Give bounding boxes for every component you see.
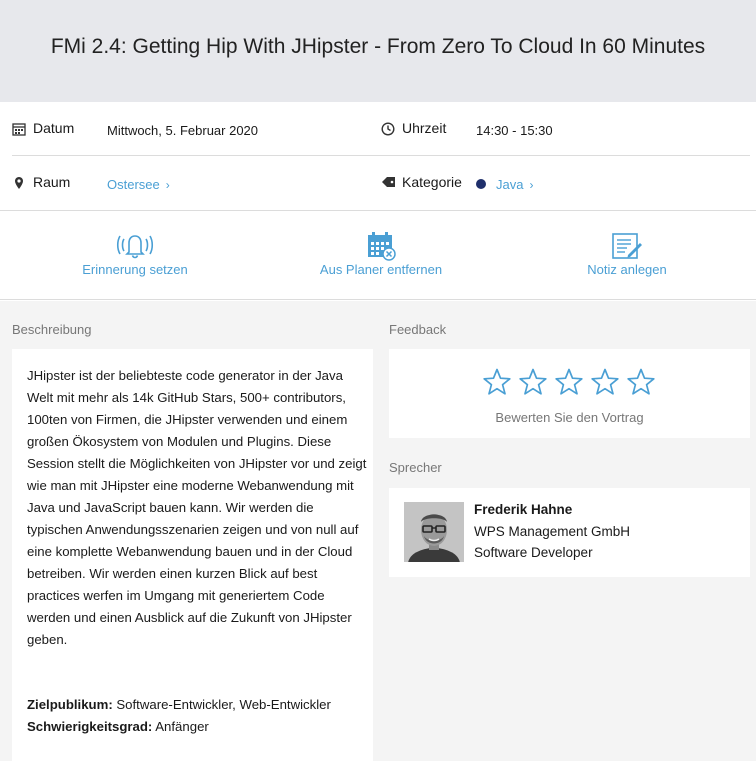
- add-note-label: Notiz anlegen: [587, 262, 667, 277]
- calendar-remove-icon: [366, 231, 396, 266]
- room-label: Raum: [33, 174, 71, 190]
- calendar-icon: [12, 122, 26, 136]
- feedback-heading: Feedback: [389, 322, 447, 337]
- audience-line: Zielpublikum: Software-Entwickler, Web-E…: [27, 694, 367, 716]
- description-card: JHipster ist der beliebteste code genera…: [12, 349, 373, 761]
- time-value: 14:30 - 15:30: [476, 123, 553, 138]
- rating-label: Bewerten Sie den Vortrag: [495, 410, 644, 425]
- star-1-icon[interactable]: [482, 367, 512, 397]
- speaker-name: Frederik Hahne: [474, 502, 573, 517]
- star-4-icon[interactable]: [590, 367, 620, 397]
- speaker-company: WPS Management GmbH: [474, 524, 631, 539]
- tag-icon: [381, 175, 397, 189]
- category-color-dot: [476, 179, 486, 189]
- description-heading: Beschreibung: [12, 322, 92, 337]
- category-label: Kategorie: [402, 174, 462, 190]
- set-reminder-button[interactable]: Erinnerung setzen: [45, 211, 225, 300]
- date-value: Mittwoch, 5. Februar 2020: [107, 123, 259, 138]
- set-reminder-label: Erinnerung setzen: [82, 262, 188, 277]
- bell-ringing-icon: [115, 231, 155, 264]
- time-label: Uhrzeit: [402, 120, 447, 136]
- map-pin-icon: [12, 176, 26, 190]
- category-link[interactable]: Java ›: [496, 177, 533, 192]
- audience-value: Software-Entwickler, Web-Entwickler: [116, 697, 331, 712]
- remove-from-planner-label: Aus Planer entfernen: [319, 262, 443, 277]
- add-note-button[interactable]: Notiz anlegen: [537, 211, 717, 300]
- speaker-avatar: [404, 502, 464, 562]
- audience-label: Zielpublikum:: [27, 697, 113, 712]
- speakers-heading: Sprecher: [389, 460, 442, 475]
- star-5-icon[interactable]: [626, 367, 656, 397]
- note-edit-icon: [611, 231, 643, 266]
- feedback-card: Bewerten Sie den Vortrag: [389, 349, 750, 438]
- info-row-date-time: Datum Mittwoch, 5. Februar 2020 Uhrzeit …: [12, 102, 750, 156]
- clock-icon: [381, 122, 395, 136]
- star-3-icon[interactable]: [554, 367, 584, 397]
- date-label: Datum: [33, 120, 75, 136]
- description-body: JHipster ist der beliebteste code genera…: [27, 368, 367, 647]
- speaker-card[interactable]: Frederik Hahne WPS Management GmbH Softw…: [389, 488, 750, 577]
- star-2-icon[interactable]: [518, 367, 548, 397]
- remove-from-planner-button[interactable]: Aus Planer entfernen: [291, 211, 471, 300]
- speaker-role: Software Developer: [474, 545, 593, 560]
- action-bar: Erinnerung setzen Aus Planer entfernen N…: [0, 211, 756, 300]
- chevron-right-icon: ›: [165, 178, 170, 192]
- room-value: Ostersee: [107, 177, 160, 192]
- difficulty-line: Schwierigkeitsgrad: Anfänger: [27, 716, 367, 738]
- room-link[interactable]: Ostersee ›: [107, 177, 170, 192]
- info-row-room-category: Raum Ostersee › Kategorie Java ›: [12, 156, 750, 210]
- chevron-right-icon: ›: [529, 178, 534, 192]
- difficulty-value: Anfänger: [155, 719, 209, 734]
- difficulty-label: Schwierigkeitsgrad:: [27, 719, 153, 734]
- category-value: Java: [496, 177, 524, 192]
- page-title: FMi 2.4: Getting Hip With JHipster - Fro…: [50, 35, 706, 58]
- page-header: FMi 2.4: Getting Hip With JHipster - Fro…: [0, 0, 756, 102]
